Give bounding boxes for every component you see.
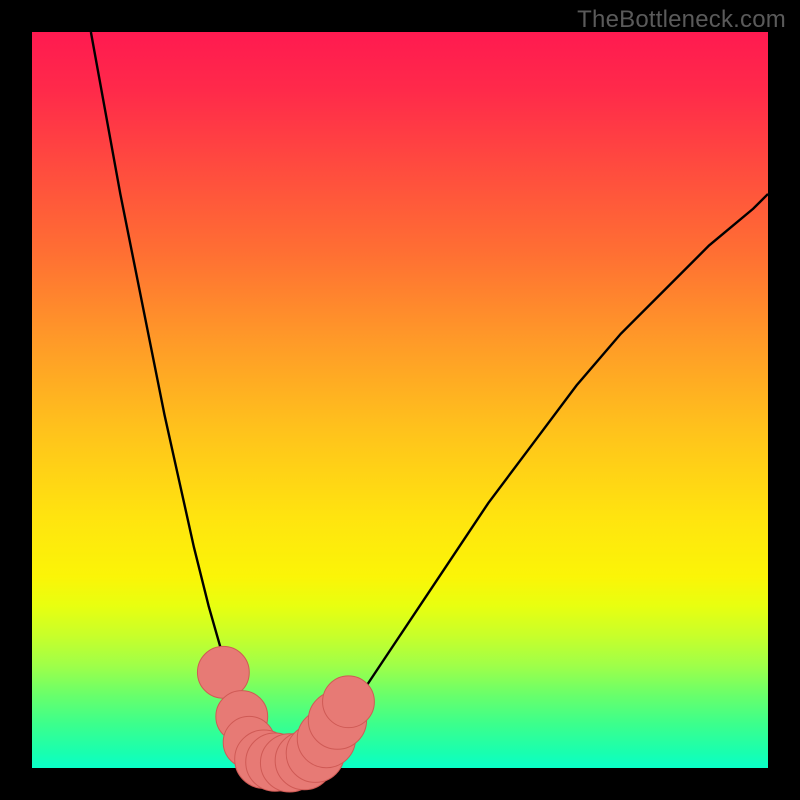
- curve-layer: [32, 32, 768, 768]
- curve-markers: [197, 646, 374, 792]
- watermark-text: TheBottleneck.com: [577, 6, 786, 34]
- chart-frame: TheBottleneck.com: [0, 0, 800, 800]
- bottleneck-curve: [91, 32, 768, 764]
- curve-marker: [323, 676, 375, 728]
- plot-area: [32, 32, 768, 768]
